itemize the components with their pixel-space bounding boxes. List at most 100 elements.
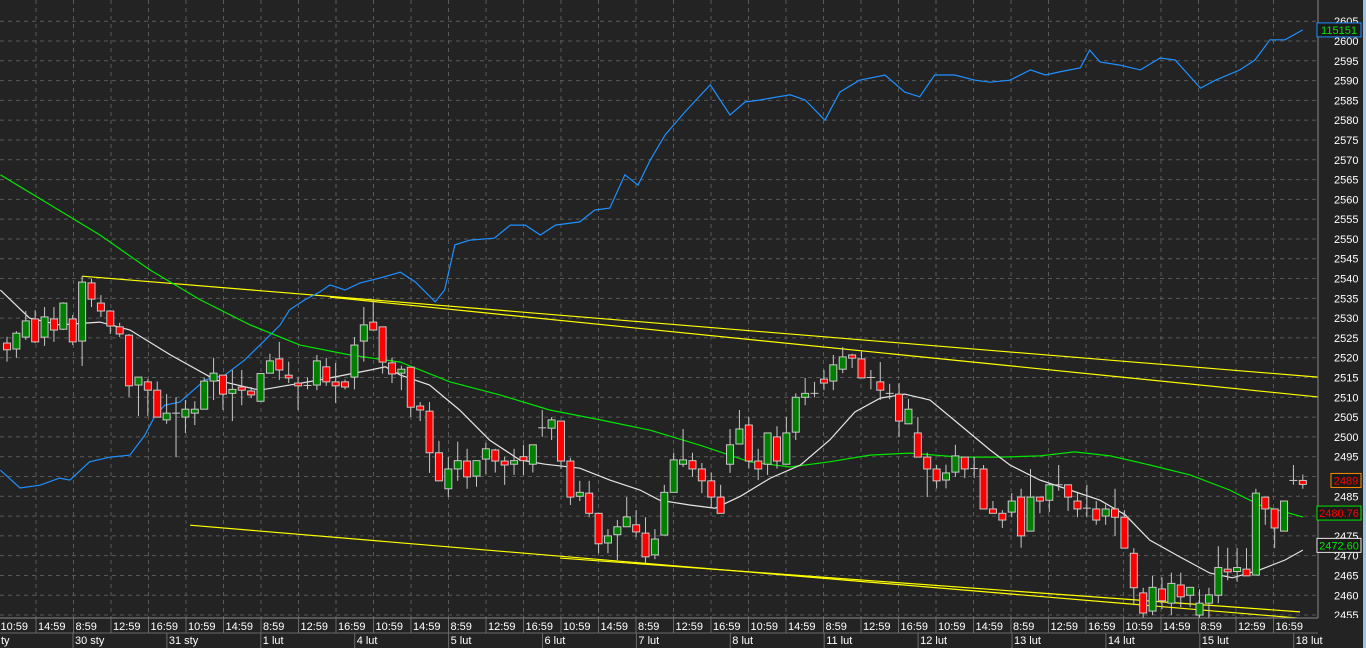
x-time-label: 16:59 — [338, 621, 366, 633]
candlestick-chart[interactable]: 2605260025952590258525802575257025652560… — [0, 0, 1366, 648]
candle[interactable] — [256, 373, 265, 402]
price-axis-panel[interactable] — [1318, 0, 1366, 618]
candle-body — [876, 381, 885, 391]
y-tick-label: 2560 — [1334, 194, 1358, 206]
x-date-label: 6 lut — [545, 635, 566, 647]
y-tick-label: 2535 — [1334, 293, 1358, 305]
candle-body — [294, 382, 303, 387]
candle-body — [988, 508, 997, 514]
candle-body — [1223, 568, 1232, 573]
x-time-label: 16:59 — [713, 621, 741, 633]
candle-body — [660, 491, 669, 536]
candle-body — [1298, 479, 1307, 485]
price-value-box: 115151 — [1316, 22, 1362, 38]
x-time-label: 12:59 — [676, 621, 704, 633]
candle-body — [547, 419, 556, 429]
candle-body — [519, 456, 528, 462]
candle[interactable] — [744, 417, 753, 469]
x-date-label: 13 lut — [1014, 635, 1041, 647]
y-tick-label: 2525 — [1334, 333, 1358, 345]
y-tick-label: 2545 — [1334, 254, 1358, 266]
candle-body — [819, 378, 828, 384]
candle-body — [68, 318, 77, 343]
candle-body — [1176, 584, 1185, 598]
candle-body — [78, 281, 87, 342]
x-time-label: 16:59 — [526, 621, 554, 633]
candle-body — [228, 388, 237, 394]
price-value-box: 2480.76 — [1316, 505, 1362, 521]
y-tick-label: 2515 — [1334, 373, 1358, 385]
candle-body — [406, 366, 415, 408]
candle-body — [1035, 496, 1044, 502]
y-tick-label: 2500 — [1334, 432, 1358, 444]
candle-body — [275, 358, 284, 371]
candle[interactable] — [979, 465, 988, 510]
y-tick-label: 2585 — [1334, 95, 1358, 107]
candle-body — [1111, 508, 1120, 518]
x-time-label: 8:59 — [826, 621, 847, 633]
candle-body — [1092, 508, 1101, 521]
candle-body — [904, 408, 913, 425]
candle-body — [491, 449, 500, 462]
y-tick-label: 2520 — [1334, 353, 1358, 365]
x-date-label: 5 lut — [451, 635, 472, 647]
x-date-label: ty — [1, 635, 10, 647]
candle-body — [1120, 516, 1129, 549]
candle-body — [960, 456, 969, 470]
x-time-label: 14:59 — [413, 621, 441, 633]
candle-body — [87, 282, 96, 300]
candle-body — [425, 410, 434, 454]
candle-body — [369, 321, 378, 331]
candle-body — [265, 360, 274, 374]
candle-body — [1017, 496, 1026, 537]
candle-body — [31, 318, 40, 343]
x-date-label: 14 lut — [1108, 635, 1135, 647]
candle-body — [923, 456, 932, 470]
y-tick-label: 2575 — [1334, 135, 1358, 147]
candle[interactable] — [1280, 500, 1289, 532]
candle-body — [134, 376, 143, 386]
candle-body — [397, 368, 406, 374]
candle-body — [613, 526, 622, 536]
candle-body — [49, 318, 58, 331]
candle-body — [162, 412, 171, 421]
candle-body — [679, 459, 688, 465]
candle-body — [895, 393, 904, 422]
x-time-label: 14:59 — [601, 621, 629, 633]
candle[interactable] — [200, 377, 209, 410]
candle-body — [772, 436, 781, 462]
candle-body — [237, 386, 246, 391]
y-tick-label: 2590 — [1334, 76, 1358, 88]
candle-body — [1073, 500, 1082, 510]
candle[interactable] — [1251, 488, 1260, 576]
candle[interactable] — [68, 314, 77, 346]
candle-body — [143, 381, 152, 391]
candle-body — [341, 381, 350, 388]
candle-body — [603, 535, 612, 544]
candle-body — [12, 332, 21, 350]
candle-body — [641, 532, 650, 558]
candle-body — [801, 392, 810, 398]
candle-body — [707, 480, 716, 498]
candle-body — [444, 468, 453, 490]
x-time-label: 12:59 — [301, 621, 329, 633]
candle-body — [632, 524, 641, 533]
candle-body — [1129, 552, 1138, 589]
candle-body — [1007, 500, 1016, 513]
candle-body — [181, 408, 190, 418]
x-time-label: 10:59 — [563, 621, 591, 633]
x-time-label: 16:59 — [1088, 621, 1116, 633]
candle-body — [247, 390, 256, 396]
candle[interactable] — [59, 302, 68, 331]
candle[interactable] — [660, 484, 669, 536]
x-time-label: 14:59 — [976, 621, 1004, 633]
candle-body — [1026, 496, 1035, 532]
candle-body — [359, 324, 368, 342]
candle-body — [453, 460, 462, 470]
x-time-label: 12:59 — [113, 621, 141, 633]
y-tick-label: 2530 — [1334, 313, 1358, 325]
y-tick-label: 2580 — [1334, 115, 1358, 127]
price-value-box: 2472.60 — [1316, 537, 1362, 553]
x-date-label: 31 sty — [169, 635, 199, 647]
candle-body — [378, 326, 387, 363]
